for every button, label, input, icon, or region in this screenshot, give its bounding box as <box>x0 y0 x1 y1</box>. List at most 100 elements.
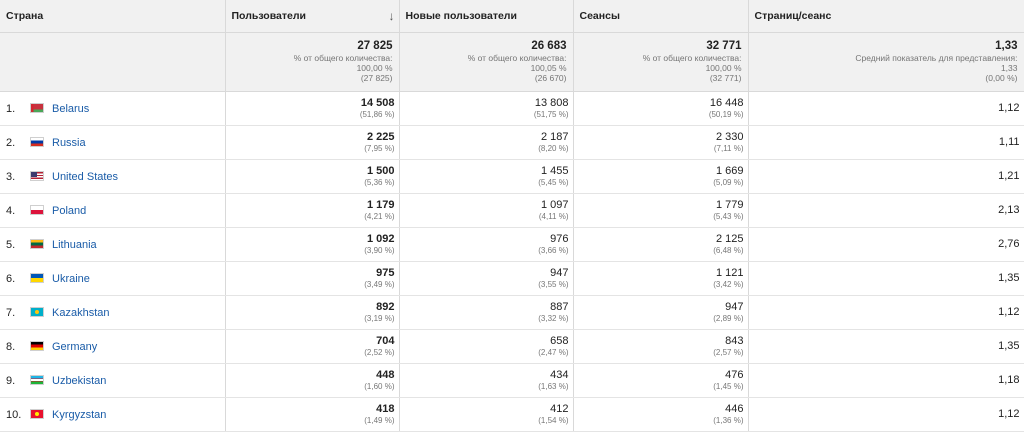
sessions-percent: (3,42 %) <box>713 280 744 289</box>
row-index: 4. <box>6 204 16 217</box>
flag-icon <box>30 306 44 317</box>
users-percent: (7,95 %) <box>364 144 395 153</box>
row-index: 7. <box>6 306 16 319</box>
totals-new-users-cell: 26 683 % от общего количества: 100,05 % … <box>399 32 574 92</box>
users-cell: 14 508 (51,86 %) <box>225 91 400 126</box>
totals-users-cell: 27 825 % от общего количества: 100,00 % … <box>225 32 400 92</box>
totals-new-users-base: (26 670) <box>534 73 567 83</box>
new-users-percent: (4,11 %) <box>538 212 569 221</box>
flag-icon <box>30 204 44 215</box>
pages-per-session-value: 1,11 <box>998 136 1020 148</box>
users-percent: (3,90 %) <box>364 246 395 255</box>
column-header-sessions[interactable]: Сеансы <box>573 0 749 33</box>
flag-icon <box>30 170 44 181</box>
sessions-percent: (1,36 %) <box>713 416 744 425</box>
country-link[interactable]: Ukraine <box>52 273 90 285</box>
row-index: 5. <box>6 238 16 251</box>
users-value: 418 <box>376 403 395 415</box>
column-header-new-users[interactable]: Новые пользователи <box>399 0 574 33</box>
pages-per-session-cell: 2,13 <box>748 193 1024 228</box>
users-percent: (2,52 %) <box>364 348 395 357</box>
country-link[interactable]: Poland <box>52 205 86 217</box>
totals-users-pct: 100,00 % <box>356 63 393 73</box>
pages-per-session-cell: 1,12 <box>748 91 1024 126</box>
new-users-cell: 887 (3,32 %) <box>399 295 574 330</box>
totals-new-users-label: % от общего количества: <box>467 53 567 63</box>
new-users-value: 1 097 <box>540 199 569 211</box>
users-value: 975 <box>376 267 395 279</box>
country-link[interactable]: United States <box>52 171 118 183</box>
totals-pps-label: Средний показатель для представления: <box>855 53 1018 63</box>
pages-per-session-cell: 2,76 <box>748 227 1024 262</box>
country-link[interactable]: Kazakhstan <box>52 307 109 319</box>
sessions-value: 1 669 <box>715 165 744 177</box>
users-value: 14 508 <box>360 97 395 109</box>
column-header-pages-per-session[interactable]: Страниц/сеанс <box>748 0 1024 33</box>
sessions-value: 446 <box>725 403 744 415</box>
sessions-value: 2 330 <box>715 131 744 143</box>
users-value: 1 500 <box>366 165 395 177</box>
new-users-percent: (3,55 %) <box>538 280 569 289</box>
new-users-percent: (5,45 %) <box>538 178 569 187</box>
sessions-percent: (2,89 %) <box>713 314 744 323</box>
pages-per-session-cell: 1,11 <box>748 125 1024 160</box>
pages-per-session-value: 1,12 <box>998 102 1020 114</box>
sessions-cell: 843 (2,57 %) <box>573 329 749 364</box>
users-value: 448 <box>376 369 395 381</box>
column-header-label: Сеансы <box>579 10 620 22</box>
new-users-cell: 1 097 (4,11 %) <box>399 193 574 228</box>
row-index: 2. <box>6 136 16 149</box>
new-users-percent: (1,63 %) <box>538 382 569 391</box>
country-link[interactable]: Belarus <box>52 103 89 115</box>
table-row: 6. Ukraine 975 (3,49 %) 947 (3,55 %) 1 12… <box>0 261 1024 296</box>
sessions-cell: 1 669 (5,09 %) <box>573 159 749 194</box>
flag-icon <box>30 408 44 419</box>
table-row: 7. Kazakhstan 892 (3,19 %) 887 (3,32 %) 9… <box>0 295 1024 330</box>
sessions-cell: 1 121 (3,42 %) <box>573 261 749 296</box>
pages-per-session-value: 1,18 <box>998 374 1020 386</box>
sessions-percent: (7,11 %) <box>713 144 744 153</box>
country-cell: 8. Germany <box>0 329 226 364</box>
country-cell: 5. Lithuania <box>0 227 226 262</box>
flag-icon <box>30 272 44 283</box>
country-cell: 6. Ukraine <box>0 261 226 296</box>
column-header-label: Страна <box>6 10 44 22</box>
sessions-percent: (5,43 %) <box>713 212 744 221</box>
new-users-percent: (3,32 %) <box>538 314 569 323</box>
flag-icon <box>30 102 44 113</box>
new-users-percent: (8,20 %) <box>538 144 569 153</box>
sessions-cell: 476 (1,45 %) <box>573 363 749 398</box>
totals-users-value: 27 825 <box>357 40 393 52</box>
sessions-percent: (2,57 %) <box>713 348 744 357</box>
users-percent: (3,49 %) <box>364 280 395 289</box>
users-value: 1 179 <box>366 199 395 211</box>
flag-icon <box>30 238 44 249</box>
totals-sessions-base: (32 771) <box>709 73 742 83</box>
new-users-value: 434 <box>550 369 569 381</box>
users-cell: 1 500 (5,36 %) <box>225 159 400 194</box>
country-cell: 4. Poland <box>0 193 226 228</box>
country-link[interactable]: Uzbekistan <box>52 375 106 387</box>
sessions-value: 476 <box>725 369 744 381</box>
column-header-label: Новые пользователи <box>405 10 517 22</box>
users-cell: 2 225 (7,95 %) <box>225 125 400 160</box>
new-users-value: 658 <box>550 335 569 347</box>
new-users-value: 976 <box>550 233 569 245</box>
country-link[interactable]: Russia <box>52 137 86 149</box>
users-value: 1 092 <box>366 233 395 245</box>
totals-users-label: % от общего количества: <box>293 53 393 63</box>
table-row: 1. Belarus 14 508 (51,86 %) 13 808 (51,75… <box>0 91 1024 126</box>
column-header-country[interactable]: Страна <box>0 0 226 33</box>
row-index: 8. <box>6 340 16 353</box>
column-header-users[interactable]: Пользователи ↓ <box>225 0 400 33</box>
users-cell: 975 (3,49 %) <box>225 261 400 296</box>
users-percent: (1,60 %) <box>364 382 395 391</box>
country-link[interactable]: Kyrgyzstan <box>52 409 106 421</box>
arrow-down-icon[interactable]: ↓ <box>389 9 395 23</box>
table-row: 4. Poland 1 179 (4,21 %) 1 097 (4,11 %) 1… <box>0 193 1024 228</box>
totals-row: 27 825 % от общего количества: 100,00 % … <box>0 32 1024 92</box>
country-link[interactable]: Lithuania <box>52 239 97 251</box>
row-index: 6. <box>6 272 16 285</box>
country-link[interactable]: Germany <box>52 341 97 353</box>
totals-new-users-value: 26 683 <box>531 40 567 52</box>
